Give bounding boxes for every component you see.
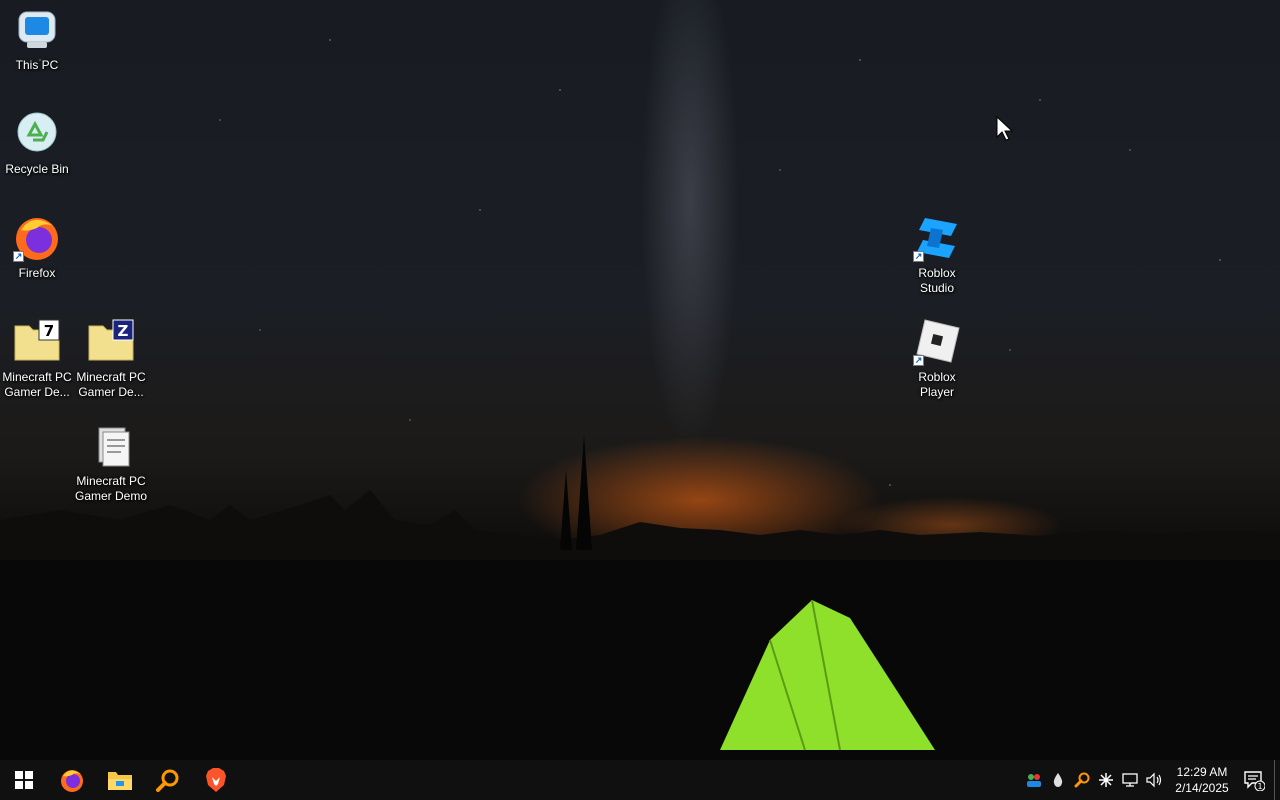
- desktop-icon-label: Roblox Player: [918, 370, 956, 399]
- svg-text:7: 7: [44, 322, 54, 340]
- desktop-icon-label: Recycle Bin: [5, 162, 69, 176]
- taskbar-firefox-button[interactable]: [48, 760, 96, 800]
- foreground-shadow: [0, 560, 1280, 760]
- tray-snowflake-button[interactable]: [1094, 760, 1118, 800]
- clock-time: 12:29 AM: [1176, 765, 1228, 779]
- notification-count: 1: [1257, 782, 1262, 791]
- tray-people-button[interactable]: [1022, 760, 1046, 800]
- roblox-studio-icon: ↗: [913, 214, 961, 262]
- 7z-archive-icon: 7: [13, 318, 61, 366]
- firefox-icon: ↗: [13, 214, 61, 262]
- desktop-icon-label: Roblox Studio: [918, 266, 956, 295]
- desktop-icon-label: Minecraft PC Gamer De...: [76, 370, 146, 399]
- desktop-icon-label: Minecraft PC Gamer De...: [2, 370, 72, 399]
- desktop-icon-this-pc[interactable]: This PC: [0, 6, 74, 73]
- night-landscape: [0, 435, 1280, 760]
- taskbar-brave-button[interactable]: [192, 760, 240, 800]
- people-icon: [1027, 774, 1041, 787]
- water-drop-icon: [1053, 773, 1063, 787]
- tray-volume-button[interactable]: [1142, 760, 1166, 800]
- svg-text:Z: Z: [118, 322, 129, 340]
- windows-start-icon: [15, 771, 33, 789]
- shortcut-arrow-icon: ↗: [913, 355, 924, 366]
- notification-icon: 1: [1244, 771, 1265, 791]
- shortcut-arrow-icon: ↗: [13, 251, 24, 262]
- brave-browser-icon: [206, 768, 226, 792]
- tray-drop-button[interactable]: [1046, 760, 1070, 800]
- shortcut-arrow-icon: ↗: [913, 251, 924, 262]
- taskbar: 12:29 AM 2/14/2025 1: [0, 760, 1280, 800]
- desktop-icon-label: This PC: [15, 58, 59, 72]
- desktop-icon-label: Firefox: [18, 266, 56, 280]
- action-center-button[interactable]: 1: [1234, 760, 1274, 800]
- roblox-player-icon: ↗: [913, 318, 961, 366]
- system-tray: 12:29 AM 2/14/2025 1: [1022, 760, 1280, 800]
- tray-network-button[interactable]: [1118, 760, 1142, 800]
- desktop-icon-minecraft-zip[interactable]: Z Minecraft PC Gamer De...: [74, 318, 148, 400]
- snowflake-icon: [1099, 773, 1113, 787]
- volume-icon: [1146, 772, 1162, 788]
- start-button[interactable]: [0, 760, 48, 800]
- tray-search-button[interactable]: [1070, 760, 1094, 800]
- pine-trees: [560, 435, 592, 550]
- desktop-wallpaper: This PC Recycle Bin ↗ Firefox 7 Minecraf…: [0, 0, 1280, 760]
- this-pc-icon: [13, 6, 61, 54]
- desktop-icon-minecraft-demo[interactable]: Minecraft PC Gamer Demo: [74, 422, 148, 504]
- zip-archive-icon: Z: [87, 318, 135, 366]
- clock-date: 2/14/2025: [1175, 781, 1229, 795]
- firefox-icon: [61, 770, 83, 792]
- file-explorer-icon: [108, 772, 132, 790]
- desktop-icon-minecraft-7z[interactable]: 7 Minecraft PC Gamer De...: [0, 318, 74, 400]
- taskbar-file-explorer-button[interactable]: [96, 760, 144, 800]
- taskbar-search-button[interactable]: [144, 760, 192, 800]
- desktop-icon-roblox-studio[interactable]: ↗ Roblox Studio: [900, 214, 974, 296]
- document-icon: [87, 422, 135, 470]
- desktop-icon-roblox-player[interactable]: ↗ Roblox Player: [900, 318, 974, 400]
- search-magnifier-icon: [1074, 772, 1090, 788]
- taskbar-clock[interactable]: 12:29 AM 2/14/2025: [1170, 764, 1234, 796]
- recycle-bin-icon: [13, 110, 61, 158]
- show-desktop-button[interactable]: [1274, 760, 1280, 800]
- search-magnifier-icon: [156, 769, 179, 792]
- network-icon: [1122, 773, 1138, 787]
- desktop-icon-label: Minecraft PC Gamer Demo: [74, 474, 148, 503]
- desktop-icon-recycle-bin[interactable]: Recycle Bin: [0, 110, 74, 177]
- mouse-cursor-icon: [996, 116, 1014, 141]
- desktop-icon-firefox[interactable]: ↗ Firefox: [0, 214, 74, 281]
